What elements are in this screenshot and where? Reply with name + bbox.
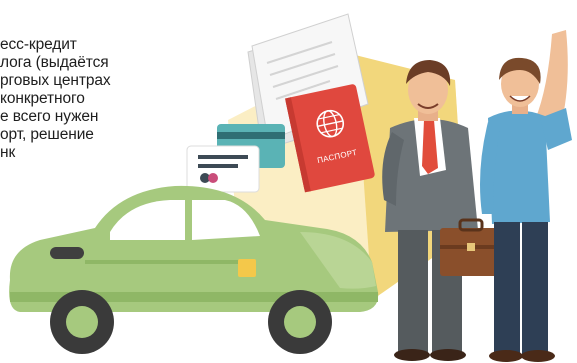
briefcase-icon (440, 218, 502, 276)
car-wheel-rear (268, 290, 332, 354)
man-waving (480, 30, 572, 362)
id-card-icon (186, 145, 260, 193)
caption-text: есс-кредит лога (выдаётся рговых центрах… (0, 36, 111, 161)
car-wheel-front (50, 290, 114, 354)
